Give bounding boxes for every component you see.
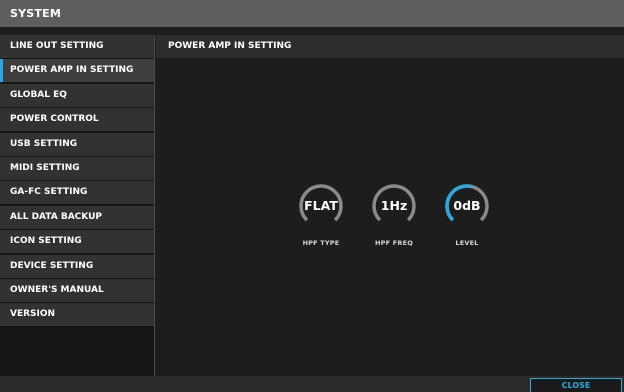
sidebar-item-ga-fc-setting[interactable]: GA-FC SETTING (0, 181, 154, 205)
sidebar-item-all-data-backup[interactable]: ALL DATA BACKUP (0, 205, 154, 229)
knob-value: FLAT (304, 198, 338, 213)
page-title: POWER AMP IN SETTING (156, 35, 624, 58)
knob-label-level: LEVEL (455, 239, 479, 247)
sidebar-item-power-amp-in-setting[interactable]: POWER AMP IN SETTING (0, 59, 154, 83)
sidebar-item-icon-setting[interactable]: ICON SETTING (0, 230, 154, 254)
hpf-type-knob[interactable]: FLAT (298, 183, 344, 229)
close-button[interactable]: CLOSE (530, 378, 622, 392)
knob-label-hpf-freq: HPF FREQ (375, 239, 413, 247)
sidebar-item-version[interactable]: VERSION (0, 303, 154, 327)
hpf-freq-knob[interactable]: 1Hz (371, 183, 417, 229)
knob-value: 1Hz (380, 198, 408, 213)
sidebar-item-midi-setting[interactable]: MIDI SETTING (0, 156, 154, 180)
knob-label-hpf-type: HPF TYPE (302, 239, 340, 247)
window-title: SYSTEM (0, 0, 624, 27)
sidebar-item-usb-setting[interactable]: USB SETTING (0, 132, 154, 156)
sidebar-item-global-eq[interactable]: GLOBAL EQ (0, 83, 154, 107)
level-knob[interactable]: 0dB (444, 183, 490, 229)
sidebar-item-power-control[interactable]: POWER CONTROL (0, 108, 154, 132)
knob-value: 0dB (453, 198, 481, 213)
sidebar: LINE OUT SETTING POWER AMP IN SETTING GL… (0, 35, 155, 376)
sidebar-item-owners-manual[interactable]: OWNER'S MANUAL (0, 278, 154, 302)
sidebar-item-line-out-setting[interactable]: LINE OUT SETTING (0, 35, 154, 58)
sidebar-item-device-setting[interactable]: DEVICE SETTING (0, 254, 154, 278)
